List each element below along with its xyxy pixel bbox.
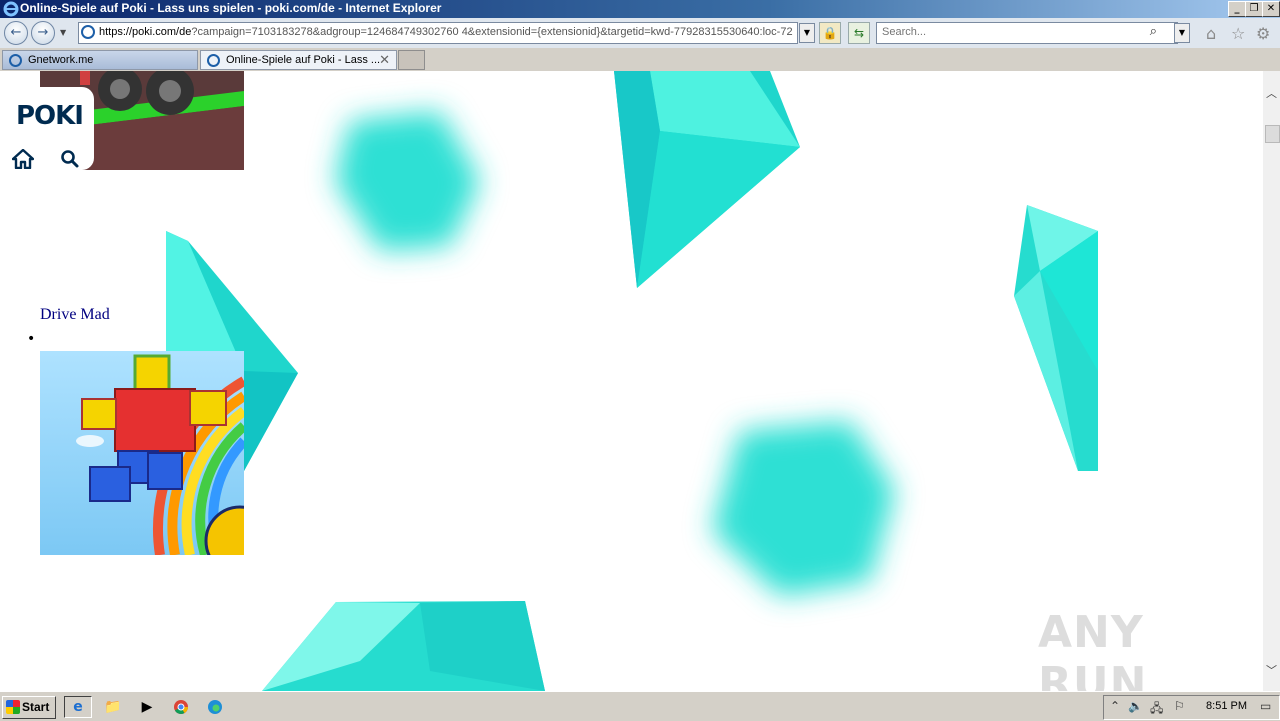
windows-flag-icon xyxy=(6,700,20,714)
internet-explorer-icon: e xyxy=(73,699,83,715)
internet-explorer-icon xyxy=(3,1,19,17)
address-dropdown-button[interactable]: ▼ xyxy=(799,23,815,43)
edge-icon[interactable] xyxy=(204,697,226,717)
home-icon[interactable] xyxy=(12,149,34,169)
tab-label: Gnetwork.me xyxy=(28,54,94,66)
anyrun-watermark: ANY RUN xyxy=(1038,607,1148,691)
scroll-thumb[interactable] xyxy=(1265,125,1280,143)
back-arrow-icon: ← xyxy=(10,25,22,40)
volume-icon[interactable]: 🔈 xyxy=(1128,699,1143,713)
home-icon[interactable]: ⌂ xyxy=(1206,24,1216,43)
site-favicon-icon xyxy=(81,25,95,39)
address-url[interactable]: https://poki.com/de?campaign=7103183278&… xyxy=(99,26,793,38)
address-bar[interactable]: https://poki.com/de?campaign=7103183278&… xyxy=(78,22,798,44)
explorer-folder-icon[interactable]: 📁 xyxy=(102,697,124,717)
search-box[interactable]: ⌕ xyxy=(876,22,1178,44)
start-button[interactable]: Start xyxy=(2,696,56,719)
crystal-blur-center xyxy=(712,421,895,596)
search-input[interactable] xyxy=(880,25,1154,39)
scroll-down-icon[interactable]: ﹀ xyxy=(1263,662,1280,679)
taskbar-ie-button[interactable]: e xyxy=(64,696,92,718)
new-tab-button[interactable] xyxy=(398,50,425,70)
chrome-logo xyxy=(174,700,188,714)
tab-favicon-icon xyxy=(207,54,220,67)
history-dropdown-icon[interactable]: ▼ xyxy=(60,28,66,37)
tab-label: Online-Spiele auf Poki - Lass ... xyxy=(226,54,381,66)
chrome-icon[interactable] xyxy=(170,697,192,717)
page-content: POKI Drive Mad • ANY RUN xyxy=(0,71,1263,691)
system-tray: ⌃ 🔈 🖧 ⚐ 8:51 PM ▭ xyxy=(1103,695,1280,720)
compat-refresh-button[interactable]: ⇆ xyxy=(848,22,870,44)
clock[interactable]: 8:51 PM xyxy=(1206,700,1247,712)
taskbar: Start e 📁 ▶ ⌃ 🔈 🖧 ⚐ 8:51 PM ▭ xyxy=(0,691,1280,721)
tab-gnetwork[interactable]: Gnetwork.me xyxy=(2,50,198,70)
back-button[interactable]: ← xyxy=(4,21,28,45)
game-thumbnail[interactable] xyxy=(40,351,244,555)
favorites-star-icon[interactable]: ☆ xyxy=(1231,24,1245,43)
scroll-up-icon[interactable]: ︿ xyxy=(1263,85,1280,102)
game-link-drive-mad[interactable]: Drive Mad xyxy=(40,306,110,324)
close-button[interactable]: ✕ xyxy=(1262,1,1280,17)
security-lock-icon[interactable]: 🔒 xyxy=(819,22,841,44)
minimize-button[interactable]: _ xyxy=(1228,1,1246,17)
navigation-bar: ← → ▼ https://poki.com/de?campaign=71031… xyxy=(0,18,1280,48)
forward-arrow-icon: → xyxy=(37,25,49,40)
show-desktop-icon[interactable]: ▭ xyxy=(1260,699,1271,713)
vertical-scrollbar[interactable]: ︿ ﹀ xyxy=(1263,71,1280,691)
crystal-bottom xyxy=(262,601,545,691)
settings-gear-icon[interactable]: ⚙ xyxy=(1256,24,1270,43)
poki-logo[interactable]: POKI xyxy=(16,101,84,131)
window-titlebar: Online-Spiele auf Poki - Lass uns spiele… xyxy=(0,0,1280,18)
crystal-top-center xyxy=(614,71,800,288)
tab-bar: Gnetwork.me Online-Spiele auf Poki - Las… xyxy=(0,48,1280,71)
list-bullet: • xyxy=(27,331,36,347)
tab-favicon-icon xyxy=(9,54,22,67)
search-icon[interactable] xyxy=(60,149,80,169)
restore-button[interactable]: ❐ xyxy=(1245,1,1263,17)
poki-nav-card: POKI xyxy=(0,87,94,170)
network-icon[interactable]: 🖧 xyxy=(1150,699,1163,720)
media-player-icon[interactable]: ▶ xyxy=(136,697,158,717)
tab-close-icon[interactable]: ✕ xyxy=(379,52,390,68)
window-title: Online-Spiele auf Poki - Lass uns spiele… xyxy=(20,1,442,15)
tab-poki[interactable]: Online-Spiele auf Poki - Lass ... ✕ xyxy=(200,50,397,70)
tray-expand-icon[interactable]: ⌃ xyxy=(1110,699,1120,713)
edge-logo xyxy=(208,700,222,714)
action-center-flag-icon[interactable]: ⚐ xyxy=(1174,699,1185,713)
crystal-blur-top xyxy=(335,111,480,251)
forward-button[interactable]: → xyxy=(31,21,55,45)
search-icon[interactable]: ⌕ xyxy=(1150,24,1157,39)
search-dropdown-button[interactable]: ▼ xyxy=(1174,23,1190,43)
crystal-right xyxy=(1014,205,1098,471)
game-thumbnail-art xyxy=(76,354,244,555)
